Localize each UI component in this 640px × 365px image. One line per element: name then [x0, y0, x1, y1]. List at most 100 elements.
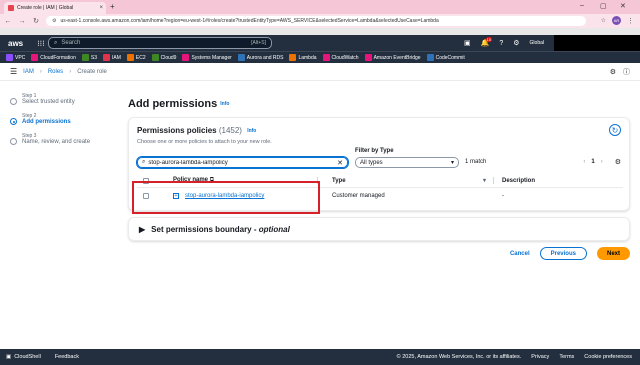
- service-icon: [426, 54, 434, 61]
- match-count: 1 match: [465, 159, 487, 165]
- favorite-label: CloudFormation: [40, 54, 76, 61]
- previous-button[interactable]: Previous: [539, 247, 587, 260]
- privacy-link[interactable]: Privacy: [531, 354, 549, 360]
- favorite-cloudformation[interactable]: CloudFormation: [31, 54, 76, 61]
- favorite-label: Systems Manager: [191, 54, 232, 61]
- column-header-description[interactable]: Description: [502, 178, 535, 184]
- panel-title-text: Permissions policies: [137, 126, 217, 135]
- settings-gear-icon[interactable]: ⚙: [513, 39, 519, 47]
- breadcrumb-chevron-icon: ›: [39, 68, 42, 75]
- page-info-link[interactable]: Info: [220, 101, 229, 107]
- breadcrumb: ☰ IAM › Roles › Create role ⓘ ⚙: [0, 63, 640, 81]
- search-icon: ⌕: [54, 39, 58, 46]
- column-divider[interactable]: [493, 177, 494, 184]
- favorite-iam[interactable]: IAM: [102, 54, 121, 61]
- cancel-button[interactable]: Cancel: [510, 251, 530, 257]
- notification-count: 10: [485, 37, 493, 42]
- url-field[interactable]: ⚙ us-east-1.console.aws.amazon.com/iam/h…: [46, 16, 586, 26]
- next-button[interactable]: Next: [596, 247, 630, 260]
- chevron-down-icon: ▾: [450, 160, 454, 166]
- favorite-label: EC2: [135, 54, 146, 61]
- back-icon[interactable]: ←: [4, 18, 12, 25]
- favorite-cloud9[interactable]: Cloud9: [151, 54, 176, 61]
- window-close-icon[interactable]: ✕: [620, 2, 626, 10]
- table-settings-gear-icon[interactable]: ⚙: [615, 158, 621, 166]
- prev-page-icon[interactable]: ‹: [583, 159, 585, 165]
- cloudshell-link[interactable]: CloudShell: [14, 354, 41, 360]
- step-name[interactable]: Select trusted entity: [22, 99, 120, 105]
- terms-link[interactable]: Terms: [559, 354, 574, 360]
- policy-search-input[interactable]: [148, 159, 335, 166]
- favorite-aurora-and-rds[interactable]: Aurora and RDS: [237, 54, 284, 61]
- pagination: ‹ 1 › ⚙: [583, 158, 621, 166]
- forward-icon[interactable]: →: [18, 18, 26, 25]
- breadcrumb-roles[interactable]: Roles: [48, 69, 63, 75]
- site-info-icon[interactable]: ⚙: [52, 18, 56, 24]
- copyright-text: © 2025, Amazon Web Services, Inc. or its…: [396, 354, 522, 360]
- address-bar-row: ← → ↻ ⚙ us-east-1.console.aws.amazon.com…: [0, 14, 640, 28]
- favorite-label: CloudWatch: [331, 54, 359, 61]
- favorite-codecommit[interactable]: CodeCommit: [426, 54, 465, 61]
- favorite-lambda[interactable]: Lambda: [289, 54, 317, 61]
- favorite-label: Aurora and RDS: [246, 54, 284, 61]
- services-grid-icon[interactable]: ⁝⁝⁝: [37, 39, 45, 48]
- clear-search-icon[interactable]: ✕: [337, 159, 343, 167]
- side-nav-menu-icon[interactable]: ☰: [10, 67, 17, 76]
- service-icon: [182, 54, 190, 61]
- page-title: Add permissions Info: [128, 98, 229, 110]
- boundary-optional: optional: [258, 224, 290, 234]
- browser-menu-icon[interactable]: ⋮: [627, 17, 634, 25]
- feedback-link[interactable]: Feedback: [55, 354, 79, 360]
- notifications-icon[interactable]: 🔔 10: [481, 37, 493, 47]
- panel-description: Choose one or more policies to attach to…: [137, 139, 272, 145]
- next-page-icon[interactable]: ›: [601, 159, 603, 165]
- column-header-type[interactable]: Type: [332, 178, 346, 184]
- page-title-text: Add permissions: [128, 98, 218, 110]
- boundary-label: Set permissions boundary - optional: [151, 225, 290, 234]
- service-icon: [102, 54, 110, 61]
- service-icon: [289, 54, 297, 61]
- cloudshell-nav-icon[interactable]: ▣: [464, 39, 471, 47]
- service-icon: [322, 54, 330, 61]
- policies-info-link[interactable]: Info: [247, 128, 256, 134]
- type-filter-value: All types: [360, 159, 383, 166]
- profile-avatar[interactable]: AR: [612, 16, 621, 25]
- permissions-boundary-section[interactable]: ▶ Set permissions boundary - optional: [128, 217, 630, 241]
- favorite-vpc[interactable]: VPC: [6, 54, 25, 61]
- aws-search-input[interactable]: ⌕ Search [Alt+S]: [48, 37, 272, 49]
- maximize-icon[interactable]: ▢: [600, 2, 607, 10]
- close-tab-icon[interactable]: ×: [99, 5, 103, 11]
- search-placeholder: Search: [61, 40, 81, 46]
- bookmark-star-icon[interactable]: ☆: [601, 17, 606, 24]
- new-tab-icon[interactable]: +: [110, 2, 115, 11]
- favorite-amazon-eventbridge[interactable]: Amazon EventBridge: [364, 54, 421, 61]
- browser-tab[interactable]: Create role | IAM | Global ×: [4, 2, 106, 14]
- step-indicator-active-icon: [10, 118, 17, 125]
- refresh-icon[interactable]: ↻: [609, 124, 621, 136]
- cookie-preferences-link[interactable]: Cookie preferences: [584, 354, 632, 360]
- account-menu-redacted[interactable]: [554, 35, 640, 51]
- wizard-step-3: Step 3 Name, review, and create: [10, 133, 120, 145]
- favorite-systems-manager[interactable]: Systems Manager: [182, 54, 232, 61]
- minimize-icon[interactable]: –: [580, 2, 584, 9]
- favorite-label: IAM: [111, 54, 121, 61]
- aws-logo[interactable]: aws: [8, 39, 23, 48]
- global-settings-icon[interactable]: ⚙: [610, 68, 616, 76]
- help-icon[interactable]: ?: [499, 40, 503, 47]
- type-filter-select[interactable]: All types ▾: [355, 157, 459, 168]
- wizard-steps: Step 1 Select trusted entity Step 2 Add …: [10, 93, 120, 153]
- policy-search-field[interactable]: ⌕ ✕: [137, 157, 348, 168]
- search-icon: ⌕: [142, 159, 146, 165]
- favorite-s3[interactable]: S3: [81, 54, 97, 61]
- favorite-ec2[interactable]: EC2: [126, 54, 146, 61]
- favorite-label: VPC: [15, 54, 26, 61]
- highlight-annotation: [132, 181, 320, 214]
- sort-icon[interactable]: ▾: [483, 177, 486, 184]
- region-selector[interactable]: Global: [530, 40, 544, 46]
- step-name: Name, review, and create: [22, 139, 91, 145]
- reload-icon[interactable]: ↻: [32, 17, 40, 25]
- favorite-cloudwatch[interactable]: CloudWatch: [322, 54, 359, 61]
- info-panel-icon[interactable]: ⓘ: [623, 67, 630, 77]
- breadcrumb-iam[interactable]: IAM: [23, 69, 34, 75]
- current-page[interactable]: 1: [591, 159, 594, 165]
